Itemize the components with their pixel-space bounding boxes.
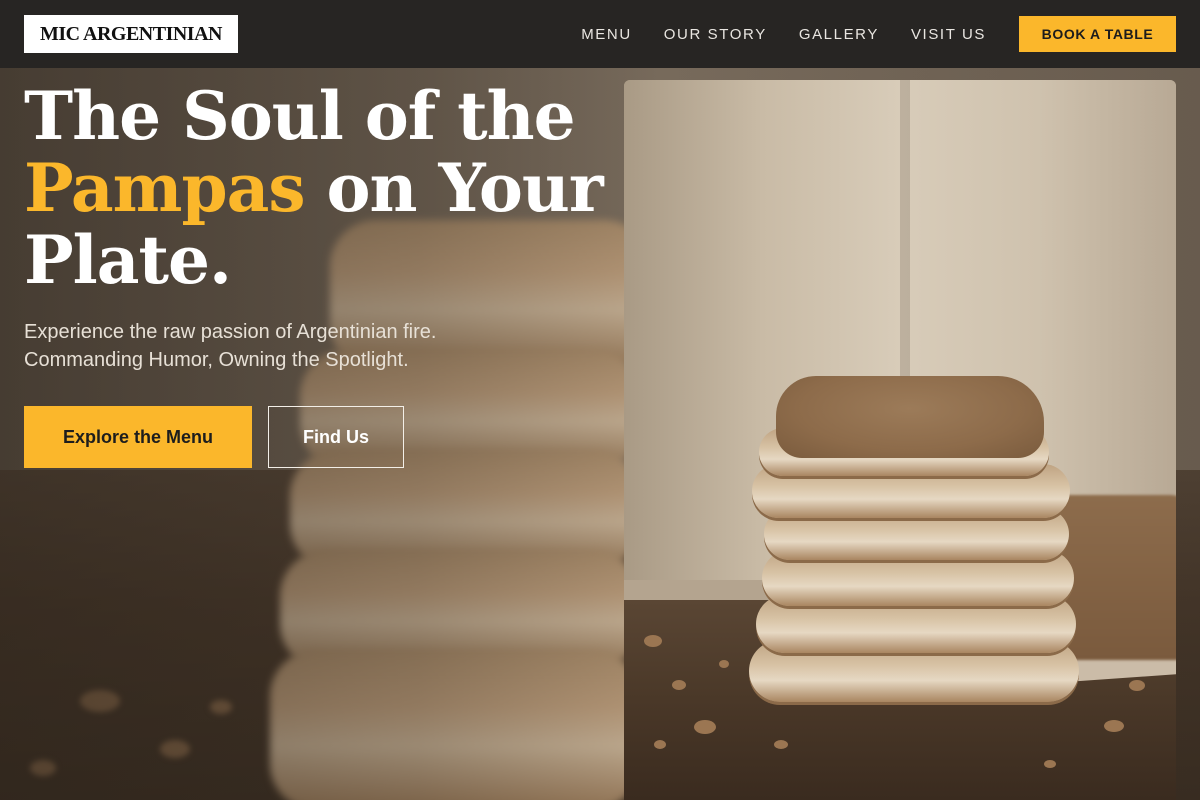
bread-crumb [1129,680,1145,691]
explore-menu-button[interactable]: Explore the Menu [24,406,252,468]
bread-crumb [644,635,662,647]
headline-line-2-rest: on Your [304,149,604,227]
subtext-line-2: Commanding Humor, Owning the Spotlight. [24,349,409,371]
book-table-button[interactable]: BOOK A TABLE [1019,16,1176,52]
nav-link-menu[interactable]: MENU [581,26,632,43]
brand-logo[interactable]: MIC ARGENTINIAN [24,15,238,53]
bread-crumb [694,720,716,734]
bread-crumb [1104,720,1124,732]
headline-line-1: The Soul of the [24,77,576,155]
bread-crumb [672,680,686,690]
nav-link-our-story[interactable]: OUR STORY [664,26,767,43]
hero-headline: The Soul of the Pampas on Your Plate. [24,80,614,296]
bread-crumb [774,740,788,749]
nav-link-gallery[interactable]: GALLERY [799,26,879,43]
hero-photo-bread [624,80,1176,800]
nav-link-visit-us[interactable]: VISIT US [911,26,986,43]
bread-crumb [1044,760,1056,768]
top-navbar: MIC ARGENTINIAN MENU OUR STORY GALLERY V… [0,0,1200,68]
main-navigation: MENU OUR STORY GALLERY VISIT US [581,26,986,43]
subtext-line-1: Experience the raw passion of Argentinia… [24,321,437,343]
headline-accent-word: Pampas [24,149,306,227]
hero-section: The Soul of the Pampas on Your Plate. Ex… [24,80,614,468]
find-us-button[interactable]: Find Us [268,406,404,468]
headline-line-3: Plate. [24,221,232,299]
bread-crumb [719,660,729,668]
bread-crumb [654,740,666,749]
bread-slice-top [776,376,1044,458]
hero-subtext: Experience the raw passion of Argentinia… [24,318,614,374]
hero-cta-row: Explore the Menu Find Us [24,406,614,468]
